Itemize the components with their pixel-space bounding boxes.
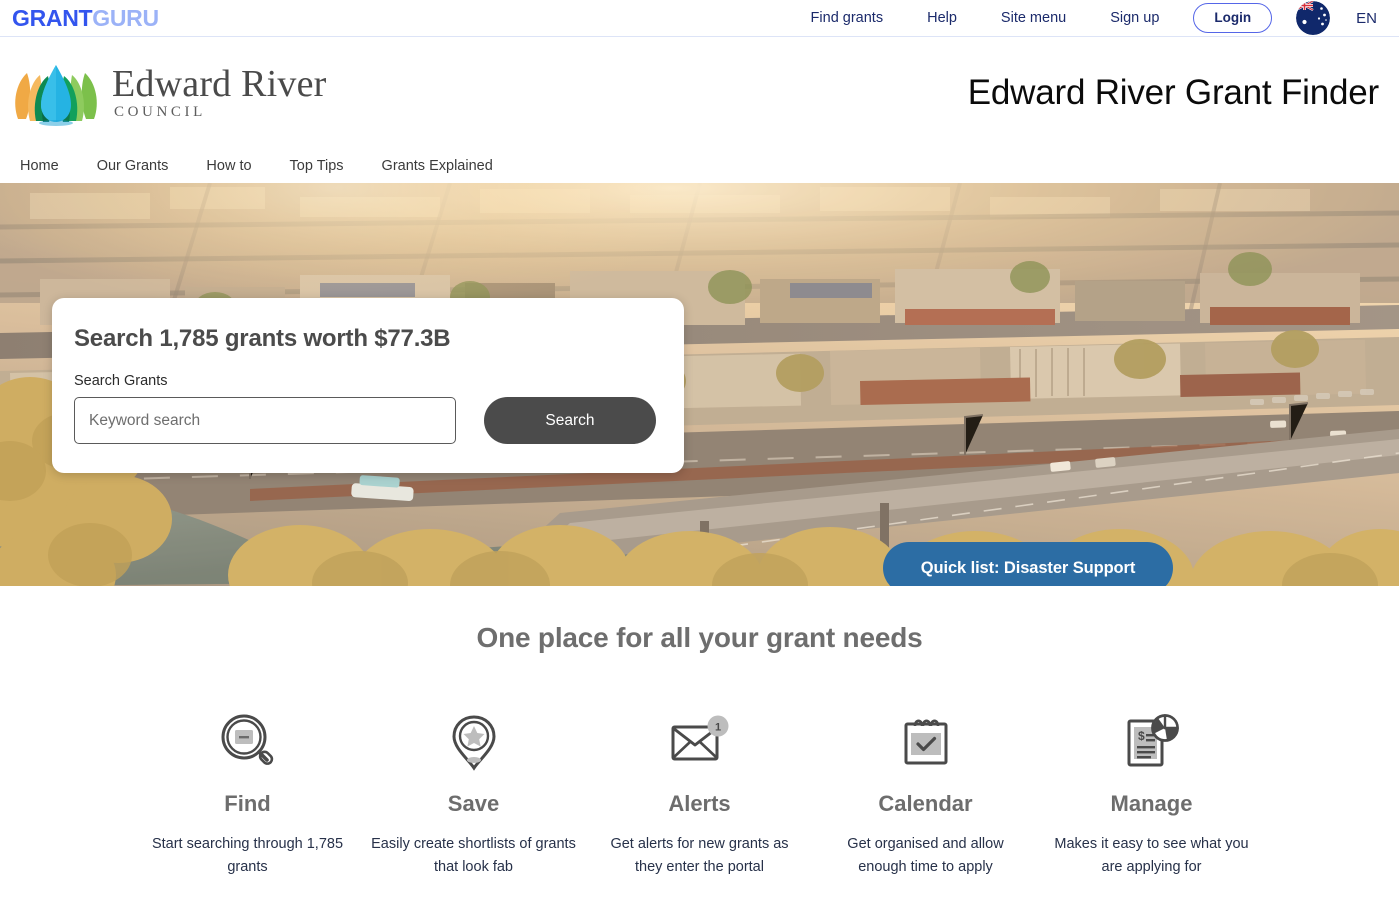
feature-title-calendar: Calendar: [878, 791, 973, 816]
feature-alerts[interactable]: 1 Alerts Get alerts for new grants as th…: [587, 706, 813, 880]
page-title: Edward River Grant Finder: [967, 72, 1379, 112]
envelope-badge-icon: 1: [667, 706, 733, 778]
feature-title-manage: Manage: [1110, 791, 1193, 816]
council-subtitle: COUNCIL: [114, 104, 206, 120]
feature-find[interactable]: Find Start searching through 1,785 grant…: [135, 706, 361, 880]
login-button[interactable]: Login: [1193, 3, 1273, 33]
features-heading: One place for all your grant needs: [476, 622, 923, 653]
feature-desc-find: Start searching through 1,785 grants: [151, 836, 344, 876]
australia-flag-icon[interactable]: [1296, 1, 1331, 35]
grantguru-logo[interactable]: GRANTGURU: [12, 4, 159, 31]
top-bar: GRANTGURU Find grants Help Site menu Sig…: [0, 0, 1399, 37]
brand-logo-guru: GURU: [92, 4, 159, 31]
council-header: Edward River COUNCIL Edward River Grant …: [0, 37, 1399, 148]
sub-navigation: Home Our Grants How to Top Tips Grants E…: [0, 148, 1399, 183]
subnav-item-grants-explained[interactable]: Grants Explained: [363, 158, 512, 174]
top-navigation: Find grants Help Site menu Sign up Login: [789, 1, 1377, 35]
calendar-check-icon: [895, 706, 957, 778]
feature-title-alerts: Alerts: [668, 791, 731, 816]
svg-text:$: $: [1138, 729, 1145, 743]
subnav-item-home[interactable]: Home: [10, 158, 78, 174]
feature-title-find: Find: [224, 791, 271, 816]
feature-save[interactable]: Save Easily create shortlists of grants …: [361, 706, 587, 880]
features-section: One place for all your grant needs Find …: [0, 586, 1399, 880]
topnav-item-find-grants[interactable]: Find grants: [789, 10, 906, 26]
feature-desc-manage: Makes it easy to see what you are applyi…: [1054, 836, 1249, 876]
feature-calendar[interactable]: Calendar Get organised and allow enough …: [813, 706, 1039, 880]
feature-desc-alerts: Get alerts for new grants as they enter …: [610, 836, 789, 876]
hero-banner: Search 1,785 grants worth $77.3B Search …: [0, 183, 1399, 586]
search-field-label: Search Grants: [74, 373, 168, 389]
grant-search-card: Search 1,785 grants worth $77.3B Search …: [52, 298, 684, 473]
council-name: Edward River: [112, 63, 327, 105]
subnav-item-our-grants[interactable]: Our Grants: [78, 158, 188, 174]
topnav-item-site-menu[interactable]: Site menu: [979, 10, 1088, 26]
language-selector[interactable]: EN: [1356, 10, 1377, 27]
council-logo[interactable]: Edward River COUNCIL: [10, 57, 327, 129]
brand-logo-grant: GRANT: [12, 4, 93, 31]
document-pie-chart-icon: $: [1119, 706, 1185, 778]
quick-list-disaster-support-button[interactable]: Quick list: Disaster Support: [883, 542, 1173, 586]
subnav-item-how-to[interactable]: How to: [187, 158, 270, 174]
edward-river-council-leaf-logo: [10, 57, 102, 129]
magnifier-document-icon: [217, 706, 279, 778]
topnav-item-help[interactable]: Help: [905, 10, 979, 26]
feature-manage[interactable]: $ Manage Makes it easy to see what you a…: [1039, 706, 1265, 880]
feature-title-save: Save: [447, 791, 500, 816]
alerts-badge-count: 1: [714, 722, 720, 734]
search-card-heading: Search 1,785 grants worth $77.3B: [74, 325, 451, 352]
feature-desc-save: Easily create shortlists of grants that …: [371, 836, 576, 876]
subnav-item-top-tips[interactable]: Top Tips: [271, 158, 363, 174]
feature-desc-calendar: Get organised and allow enough time to a…: [847, 836, 1004, 876]
search-button[interactable]: Search: [483, 397, 656, 444]
search-input[interactable]: [74, 397, 456, 444]
map-pin-star-icon: [443, 706, 505, 778]
topnav-item-sign-up[interactable]: Sign up: [1088, 10, 1181, 26]
features-row: Find Start searching through 1,785 grant…: [0, 706, 1399, 880]
